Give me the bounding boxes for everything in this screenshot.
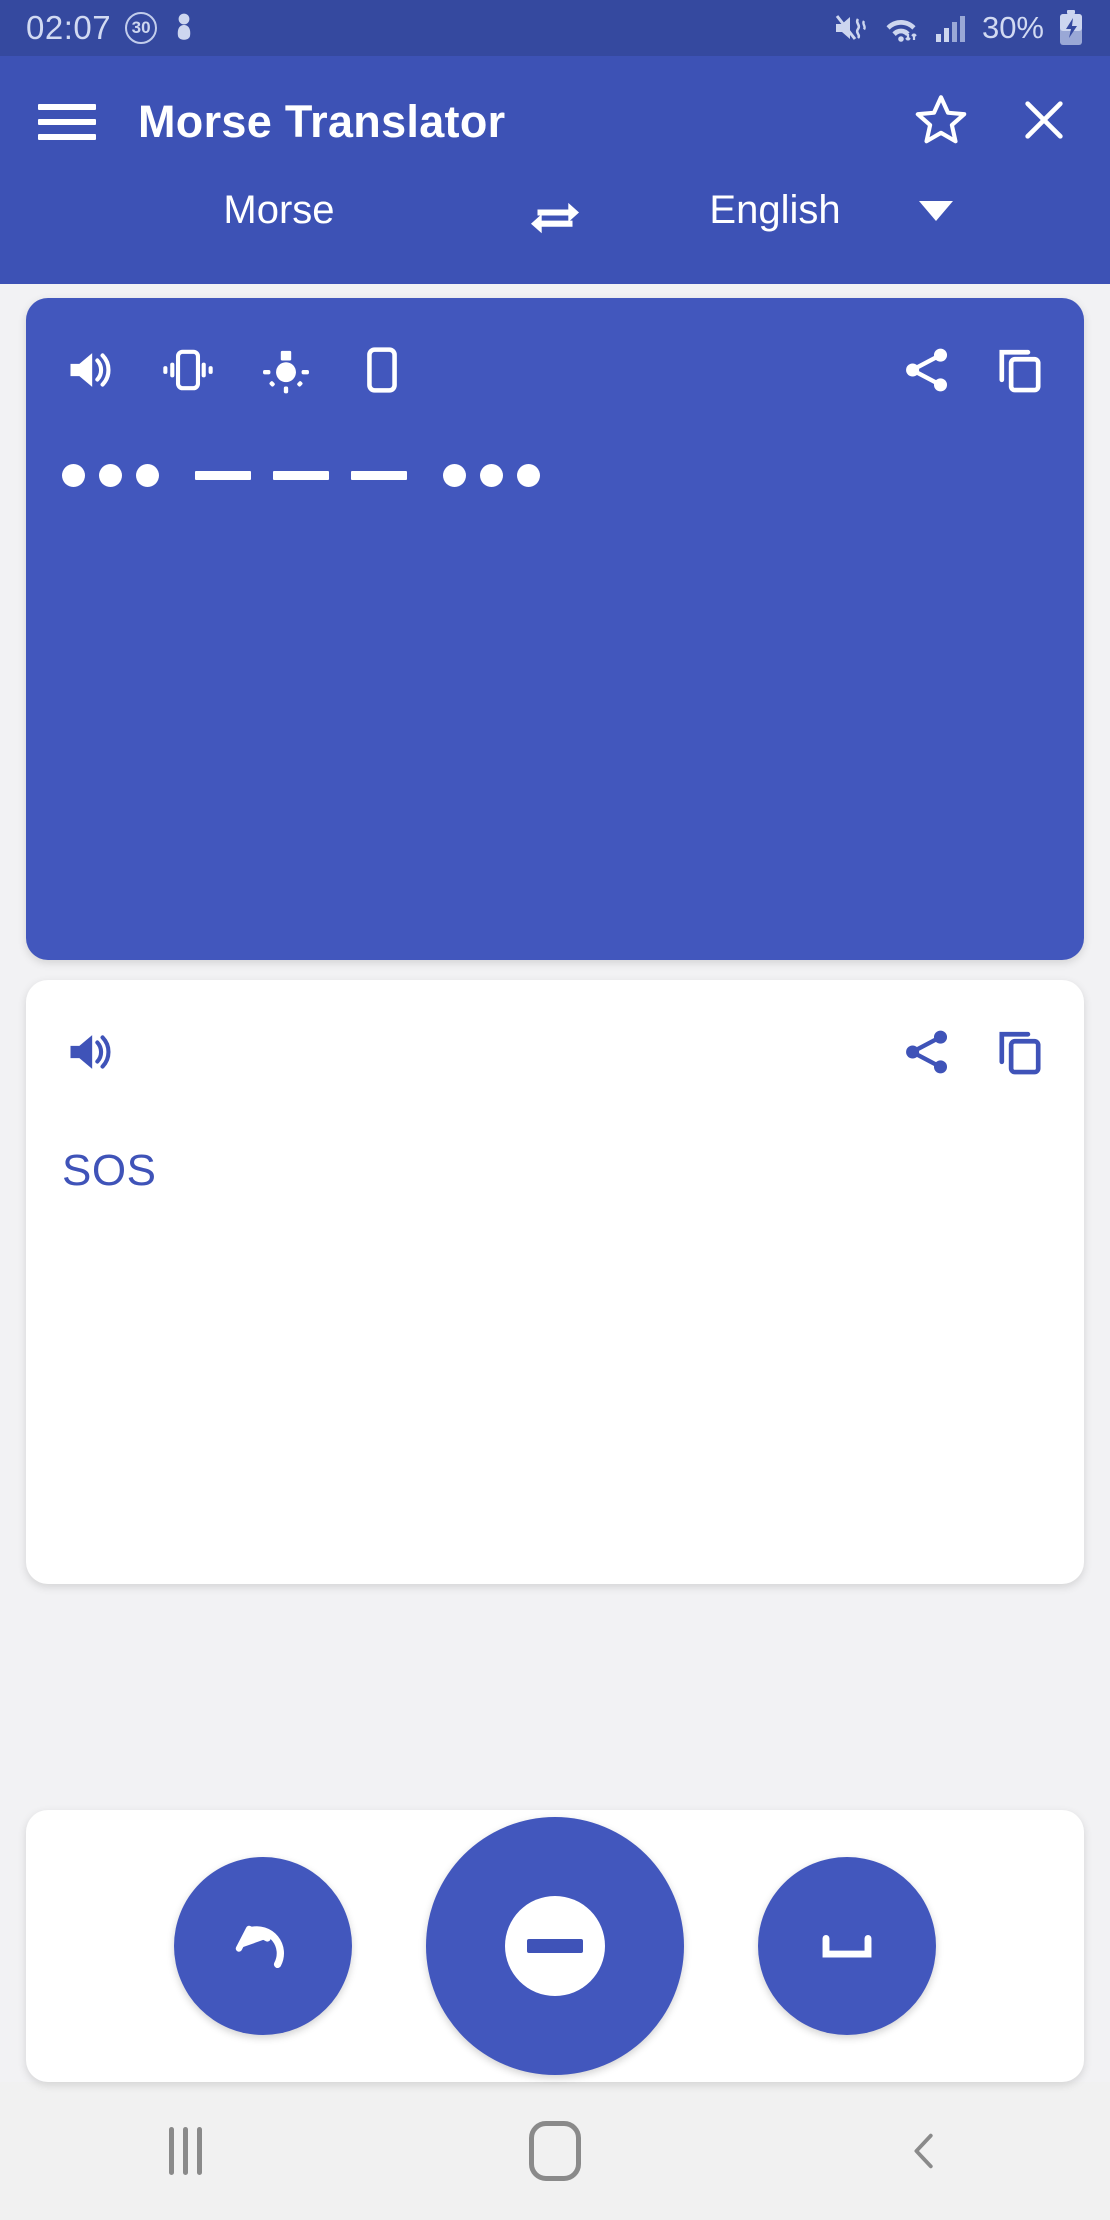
status-bar: 02:07 30 30% [0, 0, 1110, 56]
copy-icon[interactable] [992, 1024, 1048, 1080]
chevron-down-icon[interactable] [918, 200, 953, 221]
morse-dot [136, 464, 159, 487]
output-card-actions [900, 1024, 1048, 1080]
source-language-label: Morse [223, 188, 335, 232]
dash-key-inner [505, 1896, 605, 1996]
input-card-toolbar [62, 332, 1048, 408]
status-bar-right: 30% [834, 10, 1084, 46]
morse-dot [517, 464, 540, 487]
app-bar: Morse Translator Morse English [0, 56, 1110, 284]
morse-dash [351, 471, 407, 480]
morse-dot [99, 464, 122, 487]
battery-percent-label: 30% [981, 10, 1044, 45]
wifi-icon [882, 12, 920, 44]
morse-dash [195, 471, 251, 480]
sound-icon[interactable] [62, 1026, 118, 1078]
output-playback-tools [62, 1026, 118, 1078]
main-content: SOS [0, 284, 1110, 1790]
dash-glyph [527, 1939, 583, 1953]
person-icon [171, 12, 197, 44]
vibrate-icon[interactable] [160, 344, 216, 396]
morse-group-dots-1 [62, 464, 159, 487]
share-icon[interactable] [900, 1025, 954, 1079]
back-chevron-icon[interactable] [825, 2082, 1025, 2220]
app-bar-top-row: Morse Translator [0, 56, 1110, 188]
sound-icon[interactable] [62, 344, 118, 396]
morse-group-dashes [195, 471, 407, 480]
morse-input-card[interactable] [26, 298, 1084, 960]
target-language-button[interactable]: English [598, 188, 1064, 233]
screen-flash-icon[interactable] [356, 344, 408, 396]
share-icon[interactable] [900, 343, 954, 397]
morse-dot [62, 464, 85, 487]
phone-screen: 02:07 30 30% Morse Translator Morse Engl… [0, 0, 1110, 2220]
hamburger-menu-icon[interactable] [38, 104, 96, 140]
space-bar-icon[interactable] [758, 1857, 936, 2035]
morse-dot [443, 464, 466, 487]
playback-tools [62, 344, 408, 396]
page-title: Morse Translator [138, 96, 506, 147]
mute-vibrate-icon [834, 12, 868, 44]
app-bar-actions [912, 91, 1072, 154]
copy-icon[interactable] [992, 342, 1048, 398]
translation-output-card[interactable]: SOS [26, 980, 1084, 1584]
system-navigation-bar [0, 2082, 1110, 2220]
status-time: 02:07 [26, 9, 112, 46]
recents-icon[interactable] [85, 2082, 285, 2220]
status-bar-left: 02:07 30 [26, 9, 197, 47]
flashlight-icon[interactable] [258, 344, 314, 396]
input-card-actions [900, 342, 1048, 398]
backspace-undo-icon[interactable] [174, 1857, 352, 2035]
target-language-label: English [709, 188, 841, 232]
home-icon[interactable] [455, 2082, 655, 2220]
translated-text: SOS [62, 1146, 157, 1195]
morse-dot [480, 464, 503, 487]
morse-dash [273, 471, 329, 480]
swap-languages-button[interactable] [512, 188, 598, 244]
morse-code-display[interactable] [62, 464, 1048, 487]
morse-keypad [26, 1810, 1084, 2082]
alarm-30-icon: 30 [125, 12, 158, 44]
close-x-icon[interactable] [1016, 92, 1072, 153]
star-outline-icon[interactable] [912, 91, 970, 154]
source-language-button[interactable]: Morse [46, 188, 512, 233]
cellular-signal-icon [934, 12, 968, 44]
battery-charging-icon [1058, 10, 1084, 46]
output-card-toolbar [62, 1014, 1048, 1090]
dash-key-icon[interactable] [426, 1817, 684, 2075]
language-selector-row: Morse English [0, 188, 1110, 284]
morse-group-dots-2 [443, 464, 540, 487]
